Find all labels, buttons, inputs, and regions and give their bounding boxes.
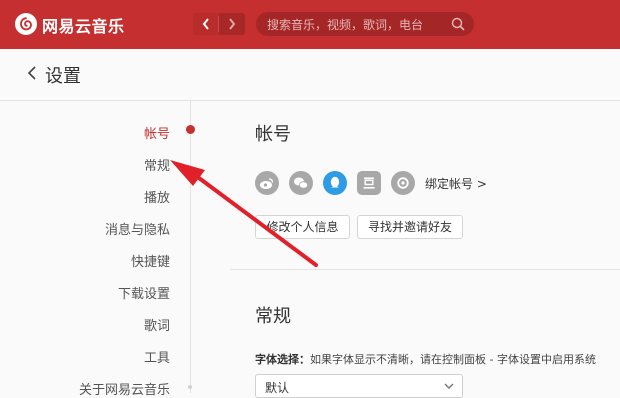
sidebar-item-playback[interactable]: 播放 xyxy=(144,187,170,206)
font-hint: 如果字体显示不清晰，请在控制面板 - 字体设置中启用系统 xyxy=(310,353,596,366)
sidebar-item-shortcuts[interactable]: 快捷键 xyxy=(131,251,170,270)
font-select[interactable]: 默认 xyxy=(255,374,463,398)
weibo-glyph xyxy=(260,178,274,189)
back-arrow-icon[interactable] xyxy=(27,65,37,81)
chevron-left-icon xyxy=(202,18,209,30)
qq-icon[interactable] xyxy=(323,171,347,195)
chevron-right-icon xyxy=(229,18,236,30)
sidebar-item-tools[interactable]: 工具 xyxy=(144,347,170,366)
page-header: 设置 xyxy=(0,49,620,101)
search-box[interactable] xyxy=(256,12,474,38)
sidebar-active-dot xyxy=(186,125,195,134)
invite-friends-button[interactable]: 寻找并邀请好友 xyxy=(357,215,463,239)
search-icon[interactable] xyxy=(451,17,465,31)
wechat-glyph xyxy=(294,177,309,189)
section-divider xyxy=(230,269,620,270)
sidebar-item-general[interactable]: 常规 xyxy=(144,155,170,174)
history-nav xyxy=(193,13,245,35)
wechat-icon[interactable] xyxy=(289,171,313,195)
sidebar-item-lyrics[interactable]: 歌词 xyxy=(144,315,170,334)
sidebar-item-account[interactable]: 帐号 xyxy=(144,123,170,142)
sidebar-timeline xyxy=(190,101,191,393)
chevron-down-icon xyxy=(444,383,454,389)
font-select-value: 默认 xyxy=(265,381,290,395)
douban-glyph xyxy=(363,177,375,189)
sidebar-dot xyxy=(188,385,192,389)
page-title: 设置 xyxy=(45,66,81,87)
font-setting-row: 字体选择：如果字体显示不清晰，请在控制面板 - 字体设置中启用系统 xyxy=(255,351,596,367)
sidebar-item-privacy[interactable]: 消息与隐私 xyxy=(105,219,170,238)
edit-profile-button[interactable]: 修改个人信息 xyxy=(255,215,350,239)
forward-button[interactable] xyxy=(219,13,245,35)
top-bar: 网易云音乐 xyxy=(0,0,620,49)
netease-icon[interactable] xyxy=(391,171,415,195)
general-section-title: 常规 xyxy=(255,306,291,327)
sidebar-item-about[interactable]: 关于网易云音乐 xyxy=(79,379,170,398)
sidebar-item-download[interactable]: 下载设置 xyxy=(118,283,170,302)
qq-glyph xyxy=(330,176,340,188)
weibo-icon[interactable] xyxy=(255,171,279,195)
bind-account-link[interactable]: 绑定帐号 > xyxy=(425,175,487,192)
account-section-title: 帐号 xyxy=(255,124,291,145)
douban-icon[interactable] xyxy=(357,171,381,195)
app-name: 网易云音乐 xyxy=(42,17,125,36)
search-input[interactable] xyxy=(265,12,449,38)
font-label: 字体选择： xyxy=(255,353,310,366)
back-button[interactable] xyxy=(193,13,219,35)
netease-logo-icon[interactable] xyxy=(15,13,37,35)
netease-glyph xyxy=(397,177,409,189)
